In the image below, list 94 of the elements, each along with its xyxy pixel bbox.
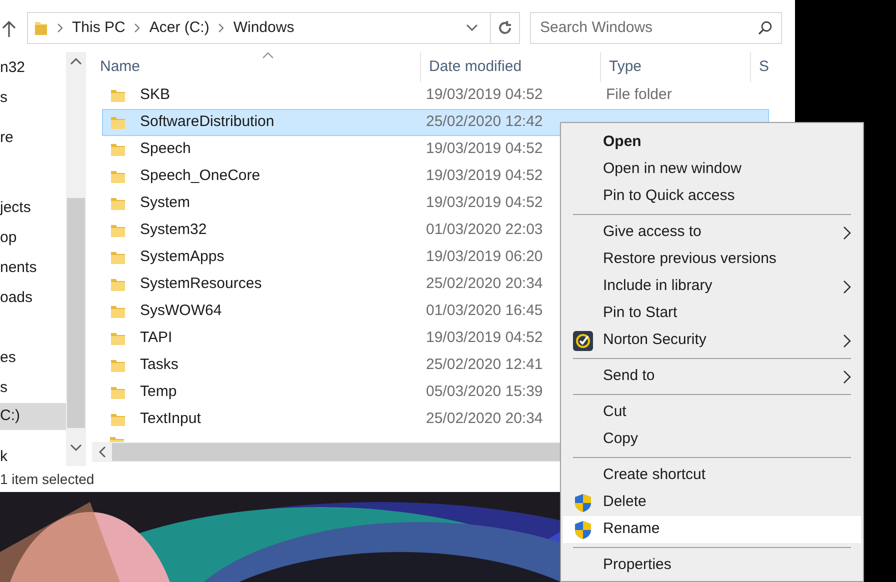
date-modified: 25/02/2020 12:41 bbox=[426, 355, 543, 376]
file-name: SystemApps bbox=[140, 247, 224, 268]
scroll-down-icon[interactable] bbox=[70, 444, 82, 452]
chevron-icon bbox=[218, 23, 224, 33]
date-modified: 05/03/2020 15:39 bbox=[426, 382, 543, 402]
scrollbar-thumb[interactable] bbox=[67, 198, 85, 428]
search-icon[interactable] bbox=[758, 21, 772, 35]
menu-item[interactable]: Include in library bbox=[563, 273, 861, 300]
file-name: Temp bbox=[140, 382, 177, 402]
folder-icon bbox=[110, 412, 126, 428]
date-modified: 19/03/2019 06:20 bbox=[426, 247, 543, 268]
folder-icon bbox=[110, 142, 126, 158]
file-name: System32 bbox=[140, 220, 207, 240]
folder-icon bbox=[110, 384, 126, 400]
menu-item[interactable]: Pin to Quick access bbox=[563, 183, 861, 210]
status-text: 1 item selected bbox=[0, 470, 94, 488]
chevron-icon bbox=[57, 23, 63, 33]
date-modified: 19/03/2019 04:52 bbox=[426, 85, 543, 106]
check-badge-icon bbox=[573, 330, 593, 350]
shield-icon bbox=[574, 520, 592, 540]
file-row[interactable]: SKB 19/03/2019 04:52 File folder bbox=[102, 82, 769, 109]
file-type: File folder bbox=[605, 85, 672, 106]
nav-item[interactable]: es bbox=[0, 345, 66, 372]
file-name: System bbox=[140, 193, 190, 214]
nav-item[interactable]: s bbox=[0, 85, 66, 112]
file-name: Tasks bbox=[140, 355, 178, 376]
date-modified: 19/03/2019 04:52 bbox=[426, 166, 543, 186]
sort-caret-icon bbox=[262, 52, 274, 59]
nav-item[interactable]: oads bbox=[0, 285, 66, 312]
folder-icon bbox=[110, 330, 126, 346]
file-name: TextInput bbox=[140, 409, 201, 430]
folder-icon bbox=[110, 222, 126, 238]
breadcrumb[interactable]: Windows bbox=[233, 16, 294, 40]
folder-icon bbox=[110, 168, 126, 184]
menu-item[interactable]: Pin to Start bbox=[563, 300, 861, 327]
file-name: SoftwareDistribution bbox=[140, 112, 274, 132]
menu-item[interactable]: Norton Security bbox=[563, 327, 861, 354]
folder-icon bbox=[110, 88, 126, 104]
menu-item[interactable]: Give access to bbox=[563, 219, 861, 246]
date-modified: 01/03/2020 16:45 bbox=[426, 301, 543, 322]
breadcrumb[interactable]: This PC bbox=[72, 16, 126, 40]
breadcrumb[interactable]: Acer (C:) bbox=[149, 16, 210, 40]
folder-icon bbox=[110, 250, 126, 266]
date-modified: 19/03/2019 04:52 bbox=[426, 328, 543, 348]
nav-item[interactable]: k bbox=[0, 444, 66, 466]
refresh-icon[interactable] bbox=[497, 20, 513, 36]
menu-item[interactable]: Copy bbox=[563, 426, 861, 453]
scroll-left-icon[interactable] bbox=[98, 446, 106, 458]
vertical-scrollbar[interactable] bbox=[66, 52, 86, 466]
menu-item[interactable]: Cut bbox=[563, 399, 861, 426]
nav-item[interactable]: C:) bbox=[0, 403, 66, 430]
column-header[interactable]: Date modified bbox=[420, 52, 600, 82]
date-modified: 25/02/2020 12:42 bbox=[426, 112, 543, 132]
menu-item[interactable]: Rename bbox=[563, 516, 861, 543]
file-name: SystemResources bbox=[140, 274, 262, 294]
scroll-up-icon[interactable] bbox=[70, 57, 82, 65]
folder-icon bbox=[110, 196, 126, 212]
menu-item[interactable]: Restore previous versions bbox=[563, 246, 861, 273]
nav-item[interactable]: s bbox=[0, 375, 66, 402]
chevron-icon bbox=[134, 23, 140, 33]
menu-item[interactable]: Delete bbox=[563, 489, 861, 516]
folder-icon bbox=[110, 358, 126, 374]
folder-icon bbox=[110, 276, 126, 292]
date-modified: 25/02/2020 20:34 bbox=[426, 274, 543, 294]
date-modified: 01/03/2020 22:03 bbox=[426, 220, 543, 240]
column-header[interactable]: Type bbox=[600, 52, 750, 82]
file-name: SysWOW64 bbox=[140, 301, 222, 322]
nav-item[interactable]: op bbox=[0, 225, 66, 252]
folder-icon bbox=[110, 304, 126, 320]
menu-item[interactable]: Send to bbox=[563, 363, 861, 390]
folder-icon bbox=[110, 114, 126, 130]
up-arrow-icon[interactable] bbox=[2, 21, 16, 37]
nav-item[interactable]: n32 bbox=[0, 55, 66, 82]
shield-icon bbox=[574, 492, 592, 512]
menu-item[interactable]: Create shortcut bbox=[563, 462, 861, 489]
folder-icon bbox=[34, 20, 48, 36]
nav-item[interactable]: re bbox=[0, 125, 66, 152]
date-modified: 19/03/2019 04:52 bbox=[426, 193, 543, 214]
file-name: Speech_OneCore bbox=[140, 166, 260, 186]
menu-item[interactable]: Properties bbox=[563, 552, 861, 579]
dropdown-chevron-icon[interactable] bbox=[466, 24, 478, 32]
file-name: SKB bbox=[140, 85, 170, 106]
search-field[interactable]: Search Windows bbox=[530, 12, 782, 44]
nav-item[interactable]: nents bbox=[0, 255, 66, 282]
file-name: TAPI bbox=[140, 328, 172, 348]
search-input: Search Windows bbox=[540, 16, 758, 40]
column-header[interactable]: S bbox=[750, 52, 780, 82]
menu-item[interactable]: Open in new window bbox=[563, 156, 861, 183]
nav-item[interactable]: jects bbox=[0, 195, 66, 222]
address-bar[interactable]: This PC Acer (C:) Windows bbox=[27, 12, 520, 44]
date-modified: 19/03/2019 04:52 bbox=[426, 139, 543, 160]
date-modified: 25/02/2020 20:34 bbox=[426, 409, 543, 430]
column-header[interactable]: Name bbox=[92, 52, 420, 82]
file-name: Speech bbox=[140, 139, 191, 160]
